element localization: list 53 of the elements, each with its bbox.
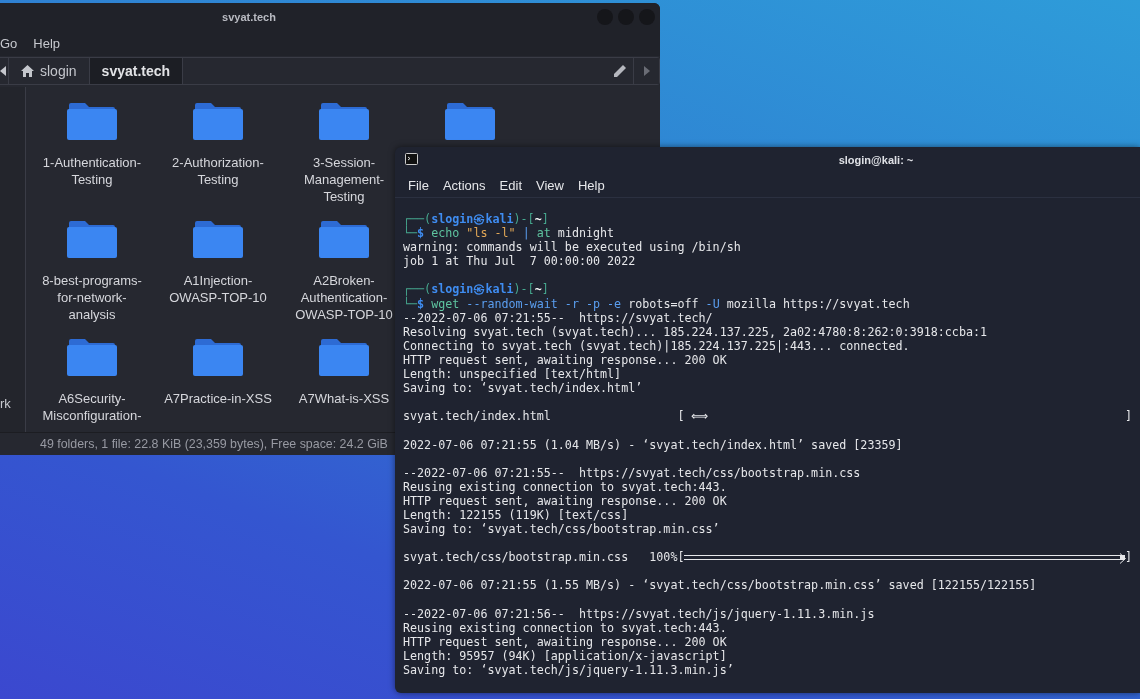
folder-name[interactable]: A2Broken-Authentication-OWASP-TOP-10	[294, 272, 394, 323]
folder-name[interactable]: 1-Authentication-Testing	[36, 154, 148, 188]
terminal-line: Reusing existing connection to svyat.tech:443.	[403, 479, 727, 494]
terminal-line: Saving to: ‘svyat.tech/css/bootstrap.min.css’	[403, 522, 721, 537]
bracket-text: ]	[1124, 409, 1132, 424]
progress-percent: 100%	[649, 550, 678, 565]
terminal-line: HTTP request sent, awaiting response... 200 OK	[403, 634, 728, 649]
terminal-line: Resolving svyat.tech (svyat.tech)... 185.224.137.225, 2a02:4780:8:262:0:3918:ccba:1	[403, 324, 989, 339]
terminal-line: job 1 at Thu Jul 7 00:00:00 2022	[403, 254, 637, 269]
terminal-line: HTTP request sent, awaiting response... 200 OK	[403, 352, 727, 368]
terminal-line: Connecting to svyat.tech (svyat.tech)|185.224.137.225|:443... connected.	[403, 338, 911, 353]
folder-name[interactable]: A7Practice-in-XSS	[162, 390, 274, 407]
menu-item[interactable]: View	[536, 177, 564, 193]
folder-name[interactable]: 8-best-programs-for-network-analysis	[36, 272, 148, 323]
terminal-line: 2022-07-06 07:21:55 (1.04 MB/s) - ‘svyat.tech/index.html’ saved [23359]	[403, 437, 904, 452]
progress-marker: ⟺	[691, 409, 709, 424]
bracket-text: [	[677, 550, 685, 565]
folder-name[interactable]: 2-Authorization-Testing	[162, 154, 274, 188]
terminal-line: Length: 122155 (119K) [text/css]	[403, 507, 629, 523]
path-crumb[interactable]: svyat.tech	[89, 58, 184, 84]
terminal-line: Length: 95957 (94K) [application/x-javascript]	[403, 648, 728, 663]
terminal-line: Saving to: ‘svyat.tech/index.html’	[403, 381, 644, 396]
folder-name[interactable]: A6Security-Misconfiguration-	[36, 390, 148, 424]
terminal-line: 2022-07-06 07:21:55 (1.55 MB/s) - ‘svyat.tech/css/bootstrap.min.css’ saved [122155/122155]	[403, 578, 1038, 593]
terminal-line: ┌──(slogin㉿kali)-[~]	[403, 212, 550, 226]
terminal-line: ┌──(slogin㉿kali)-[~]	[403, 282, 550, 297]
menu-item[interactable]: Help	[33, 35, 61, 51]
menu-item[interactable]: Actions	[442, 177, 486, 193]
terminal-line: --2022-07-06 07:21:56-- https://svyat.tech/js/jquery-1.11.3.min.js	[403, 606, 876, 621]
folder-name[interactable]: 3-Session-Management-Testing	[294, 154, 394, 205]
progress-label: svyat.tech/css/bootstrap.min.css	[403, 550, 629, 565]
bracket-text: ]	[1124, 550, 1132, 565]
folder-name[interactable]: A1Injection-OWASP-TOP-10	[162, 272, 274, 306]
progress-label: svyat.tech/index.html	[403, 409, 551, 424]
terminal-line: Length: unspecified [text/html]	[403, 367, 623, 382]
terminal-line: --2022-07-06 07:21:55-- https://svyat.tech/	[403, 310, 714, 325]
window-title: slogin@kali: ~	[838, 154, 914, 166]
menu-item[interactable]: Go	[0, 35, 18, 51]
menu-item[interactable]: File	[408, 177, 429, 193]
terminal-line: HTTP request sent, awaiting response... 200 OK	[403, 493, 728, 508]
menu-item[interactable]: Edit	[499, 177, 522, 193]
terminal-line: Saving to: ‘svyat.tech/js/jquery-1.11.3.min.js’	[403, 663, 735, 678]
terminal-line: warning: commands will be executed using /bin/sh	[403, 240, 742, 255]
status-text: 49 folders, 1 file: 22.8 KiB (23,359 bytes), Free space: 24.2 GiB	[40, 437, 388, 451]
folder-name[interactable]: A7What-is-XSS	[294, 390, 394, 407]
terminal-line: └─$ echo "ls -l" | at midnight	[403, 226, 616, 241]
bracket-text: [	[677, 409, 685, 424]
window-title: svyat.tech	[222, 10, 276, 23]
terminal-line: └─$ wget --random-wait -r -p -e robots=off -U mozilla https://svyat.tech	[403, 296, 911, 311]
menu-item[interactable]: Help	[577, 177, 605, 193]
terminal-line: Reusing existing connection to svyat.tech:443.	[403, 620, 727, 635]
sidebar-item[interactable]: rk	[0, 396, 11, 411]
terminal-line: --2022-07-06 07:21:55-- https://svyat.tech/css/bootstrap.min.css	[403, 465, 862, 480]
